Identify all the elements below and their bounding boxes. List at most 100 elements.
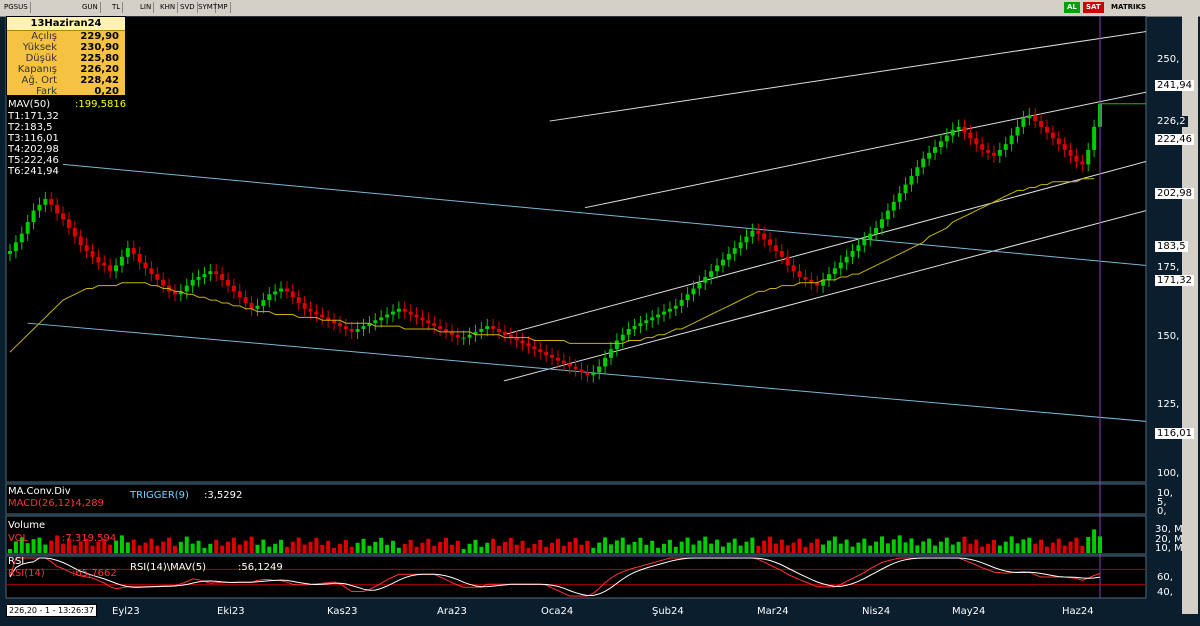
scrollbar[interactable]	[1182, 16, 1198, 614]
candle-body	[1074, 155, 1079, 162]
candle-body	[320, 314, 325, 318]
candle-body	[968, 132, 973, 139]
candle-body	[255, 305, 260, 309]
info-date: 13Haziran24	[7, 17, 125, 31]
symbol-tab[interactable]: PGSUS	[2, 2, 31, 13]
volume-bar	[337, 543, 342, 553]
candle-body	[667, 308, 672, 312]
info-row: Düşük 225,80	[25, 53, 119, 64]
volume-bar	[868, 545, 873, 553]
x-tick: Şub24	[652, 606, 684, 617]
volume-bar	[856, 542, 861, 553]
candle-body	[1050, 132, 1055, 139]
candle-body	[956, 126, 961, 130]
volume-bar	[320, 544, 325, 553]
volume-bar	[732, 538, 737, 553]
info-row: Yüksek 230,90	[22, 42, 119, 53]
tab-lin[interactable]: LIN	[138, 2, 155, 13]
volume-bar	[921, 541, 926, 553]
volume-bar	[603, 537, 608, 553]
candle-body	[461, 337, 466, 339]
volume-bar	[326, 540, 331, 553]
volume-bar	[968, 543, 973, 553]
volume-bar	[862, 538, 867, 553]
volume-bar	[550, 542, 555, 553]
volume-bar	[991, 539, 996, 553]
candle-body	[485, 326, 490, 329]
volume-bar	[667, 539, 672, 553]
candle-body	[131, 248, 136, 254]
candle-body	[119, 256, 124, 266]
trigger-series-name: TRIGGER(9)	[130, 490, 189, 501]
rsi-series-value: :65,7662	[72, 568, 117, 579]
tab-gun[interactable]: GUN	[80, 2, 101, 13]
candle-body	[826, 274, 831, 280]
candle-body	[662, 311, 666, 315]
volume-bar	[508, 537, 513, 553]
volume-bar	[997, 545, 1002, 553]
volume-bar	[1003, 541, 1008, 553]
volume-bar	[614, 540, 619, 553]
tab-khn[interactable]: KHN	[158, 2, 179, 13]
volume-bar	[1039, 539, 1044, 553]
candle-body	[974, 138, 979, 145]
volume-bar	[461, 549, 466, 553]
volume-title: Volume	[8, 520, 46, 531]
volume-bar	[762, 540, 767, 553]
rsi-title: RSI	[8, 556, 25, 567]
volume-bar	[986, 543, 991, 553]
candle-body	[891, 201, 896, 211]
volume-bar	[8, 549, 12, 553]
volume-bar	[231, 537, 236, 553]
volume-bar	[497, 545, 502, 553]
candle-body	[296, 297, 301, 303]
y-tick: 125,	[1157, 399, 1180, 410]
candle-body	[862, 239, 867, 246]
candle-body	[844, 256, 849, 263]
toolbar: PGSUS GUN TL LIN KHN SVD SYM TMP AL SAT …	[0, 0, 1200, 17]
candle-body	[1009, 135, 1014, 145]
volume-bar	[332, 547, 337, 553]
volume-bar	[467, 543, 472, 553]
candle-body	[933, 147, 938, 153]
volume-bar	[408, 539, 413, 553]
candle-body	[114, 265, 119, 272]
candle-body	[37, 204, 42, 211]
candle-body	[756, 230, 761, 234]
ohlc-info-box: 13Haziran24 Açılış 229,90 Yüksek 230,90 Dü…	[6, 16, 126, 97]
candle-body	[850, 251, 855, 257]
candle-body	[161, 279, 166, 286]
candle-body	[650, 317, 655, 321]
volume-bar	[396, 547, 401, 553]
candle-body	[909, 175, 914, 185]
volume-bar	[938, 541, 943, 553]
rsi-y-tick: 60,	[1157, 572, 1173, 583]
candle-body	[226, 279, 230, 286]
tab-tl[interactable]: TL	[110, 2, 124, 13]
candle-body	[208, 271, 213, 275]
volume-bar	[632, 541, 637, 553]
candle-body	[361, 326, 366, 329]
volume-bar	[838, 543, 843, 553]
tab-svd[interactable]: SVD	[178, 2, 198, 13]
volume-bar	[43, 544, 48, 553]
volume-bar	[426, 538, 431, 553]
candle-body	[13, 242, 18, 251]
candle-body	[538, 349, 543, 353]
candle-body	[155, 274, 160, 280]
volume-bar	[1074, 537, 1079, 553]
candle-body	[343, 326, 348, 329]
candle-body	[791, 265, 796, 272]
volume-bar	[367, 545, 372, 553]
candle-body	[962, 126, 967, 133]
buy-button[interactable]: AL	[1064, 2, 1080, 13]
volume-bar	[491, 538, 496, 553]
volume-bar	[1033, 543, 1038, 553]
volume-bar	[626, 544, 631, 553]
sell-button[interactable]: SAT	[1083, 2, 1104, 13]
tab-tmp[interactable]: TMP	[211, 2, 231, 13]
rsi-mav-series-name: RSI(14)\MAV(5)	[130, 562, 206, 573]
candle-body	[744, 236, 749, 243]
candle-body	[432, 323, 437, 327]
chart-area	[0, 16, 1147, 599]
